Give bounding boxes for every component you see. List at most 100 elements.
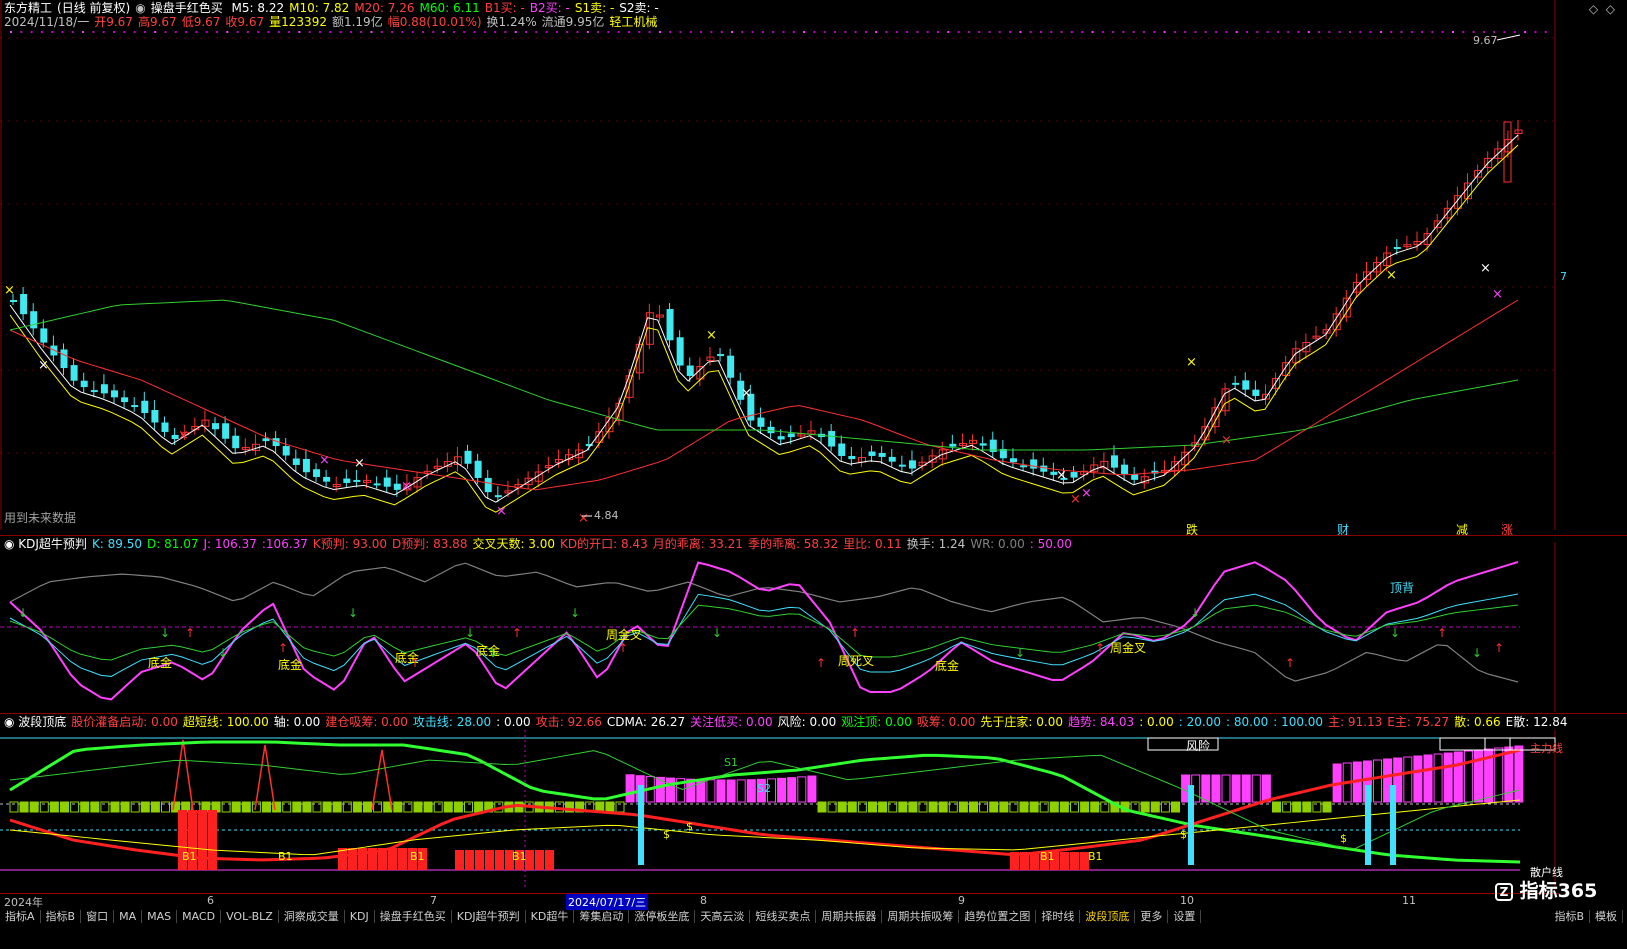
signal-dot [257, 31, 260, 33]
bottom-tab-18[interactable]: 趋势位置之图 [959, 910, 1037, 923]
signal-dot [1287, 31, 1290, 33]
bottom-tab-0[interactable]: 指标A [0, 910, 41, 923]
signal-dot [1081, 31, 1084, 33]
wave-histogram-bar [1029, 801, 1039, 813]
signal-dot [463, 31, 466, 33]
signal-dot [452, 31, 455, 33]
candlestick-chart[interactable]: ×××× ××× ××××× ×××× ×× [0, 0, 1560, 530]
candle-body [949, 443, 957, 447]
wave-title[interactable]: ◉ 波段顶底 [4, 715, 66, 729]
signal-marker-0: × [4, 283, 15, 298]
money-bag-icon-1: $ [686, 820, 693, 833]
candle-body [868, 451, 876, 456]
risk-label: 风险 [1186, 739, 1211, 753]
wave-chart[interactable]: S1 S2 B1 B1 B1 B1 B1 B1 $ $ $ $ [0, 730, 1560, 890]
signal-dot [288, 31, 291, 33]
candle-body [161, 422, 169, 432]
kdj-down-arrow-6: ↓ [570, 606, 580, 620]
signal-dot [741, 31, 744, 33]
bottom-tab-11[interactable]: KD超牛 [526, 910, 575, 923]
bottom-tab-1[interactable]: 指标B [41, 910, 82, 923]
candle-body [777, 436, 785, 440]
bottom-tab-16[interactable]: 周期共振器 [816, 910, 883, 923]
signal-marker-11: × [1070, 492, 1081, 507]
signal-marker-6: × [496, 504, 507, 519]
candle-body [141, 400, 149, 414]
right-tab-1[interactable]: 模板 [1590, 910, 1623, 923]
bottom-tab-17[interactable]: 周期共振吸筹 [882, 910, 960, 923]
signal-dot [216, 31, 218, 33]
right-tab-0[interactable]: 指标B [1549, 910, 1590, 923]
high-price-arrow [1496, 34, 1521, 41]
bottom-tab-21[interactable]: 更多 [1135, 910, 1169, 923]
wave-histogram-bar [878, 801, 888, 813]
wave-item-2: 轴: 0.00 [273, 715, 321, 729]
signal-dot [576, 31, 579, 33]
signal-dot [319, 31, 321, 33]
kdj-down-arrow-10: ↓ [1390, 626, 1400, 640]
wave-cyan-bar-3 [1390, 785, 1396, 865]
signal-dot [1163, 31, 1166, 33]
signal-dot [1421, 31, 1424, 33]
signal-dot [1513, 31, 1516, 33]
collapse-icon[interactable]: ◇ [1589, 2, 1598, 16]
bottom-tab-13[interactable]: 涨停板坐底 [629, 910, 696, 923]
wave-histogram-bar [777, 777, 787, 803]
signal-dot [442, 31, 445, 33]
wave-signal-1: S2 [757, 782, 771, 795]
bottom-tab-5[interactable]: MACD [177, 910, 222, 923]
signal-dot [195, 31, 198, 33]
wave-histogram-bar [1019, 801, 1029, 813]
bottom-tab-10[interactable]: KDJ超牛预判 [452, 910, 526, 923]
wave-histogram-bar [989, 801, 999, 813]
bottom-tab-20[interactable]: 波段顶底 [1080, 910, 1136, 923]
signal-marker-5: × [401, 479, 412, 494]
candle-body [1110, 455, 1118, 468]
expand-icon[interactable]: ◇ [1606, 2, 1615, 16]
signal-dot [823, 31, 826, 33]
bottom-tab-12[interactable]: 筹集启动 [574, 910, 630, 923]
kdj-down-arrow-2: ↓ [218, 646, 228, 660]
bottom-tab-19[interactable]: 择时线 [1036, 910, 1081, 923]
signal-dot [113, 31, 115, 33]
bottom-tab-7[interactable]: 洞察成交量 [279, 910, 345, 923]
kdj-chart[interactable]: 底金 底金 底金 底金周金叉周死叉 底金周金叉顶背↓↓↓↓↓↓↓↓↓↓↓↓↑↑↑↑↑↑↑… [0, 542, 1560, 712]
kdj-panel-bottom-divider [0, 713, 1627, 714]
bottom-tab-2[interactable]: 窗口 [81, 910, 115, 923]
signal-dot [483, 31, 486, 33]
signal-dot [143, 31, 146, 33]
signal-dot [597, 31, 600, 33]
wave-histogram-bar [443, 801, 453, 813]
candle-body [727, 355, 735, 378]
signal-dot [679, 31, 682, 33]
bottom-tab-14[interactable]: 天高云淡 [695, 910, 751, 923]
signal-dot [1246, 31, 1248, 33]
bottom-tab-15[interactable]: 短线买卖点 [750, 910, 817, 923]
wave-histogram-bar [746, 779, 756, 803]
candle-body [1232, 382, 1240, 385]
wave-histogram-bar [150, 801, 160, 813]
signal-dot [545, 31, 548, 33]
signal-dot [586, 31, 589, 33]
bottom-tab-4[interactable]: MAS [142, 910, 178, 923]
bottom-tab-8[interactable]: KDJ [345, 910, 375, 923]
price-panel-bottom-divider [0, 535, 1627, 536]
signal-dot [998, 31, 1001, 33]
wave-cyan-bar-2 [1365, 785, 1371, 865]
wave-cyan-bar-1 [1188, 785, 1194, 865]
x-axis-label-3: 8 [700, 894, 707, 907]
bottom-tab-22[interactable]: 设置 [1168, 910, 1202, 923]
bottom-tab-6[interactable]: VOL-BLZ [221, 910, 279, 923]
bottom-tab-3[interactable]: MA [114, 910, 143, 923]
bottom-tab-9[interactable]: 操盘手红色买 [375, 910, 452, 923]
signal-dot [1431, 31, 1434, 33]
money-bag-icon-0: $ [663, 828, 670, 841]
signal-dot [1441, 31, 1444, 33]
signal-dot [1029, 31, 1032, 33]
signal-marker-2: × [178, 428, 189, 443]
wave-spike-0 [172, 739, 194, 811]
wave-histogram-bar [332, 801, 342, 813]
signal-dot [638, 31, 641, 33]
signal-dot [92, 31, 95, 33]
wave-histogram-bar [322, 801, 332, 813]
